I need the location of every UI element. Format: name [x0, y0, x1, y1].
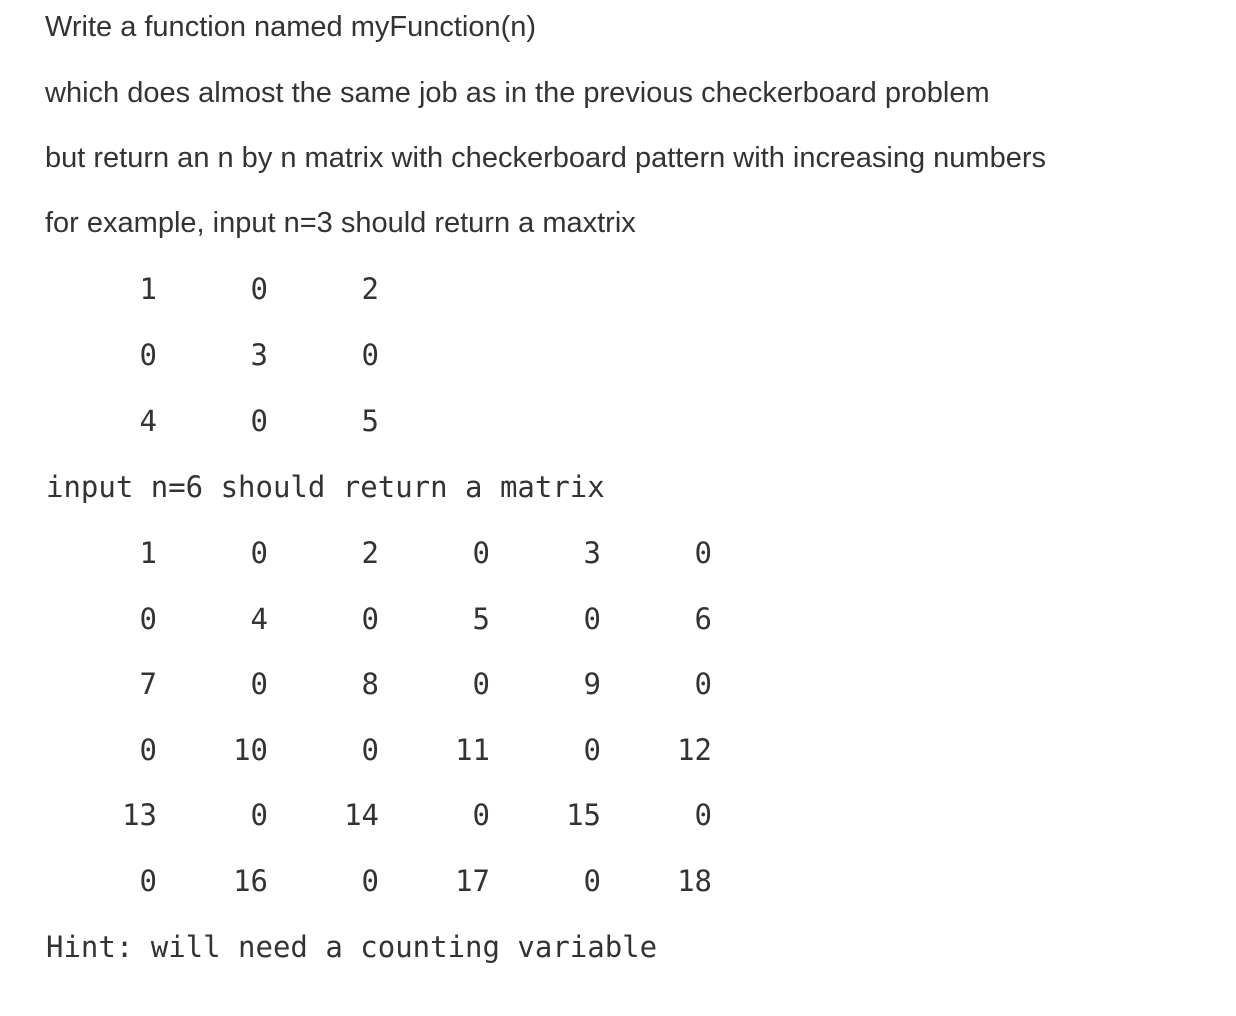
matrix-cell: 3	[250, 338, 268, 372]
example-6-label: input n=6 should return a matrix	[46, 470, 605, 504]
matrix-cell: 0	[583, 863, 601, 898]
matrix-cell: 18	[677, 863, 712, 898]
matrix-cell: 0	[361, 863, 379, 898]
matrix-cell: 0	[361, 732, 379, 767]
intro-line-4: for example, input n=3 should return a m…	[45, 207, 636, 239]
matrix-cell: 15	[566, 798, 601, 832]
matrix-cell: 1	[139, 536, 157, 570]
matrix-cell: 0	[250, 272, 268, 306]
matrix-cell: 4	[250, 601, 268, 636]
matrix-cell: 0	[583, 732, 601, 767]
matrix-cell: 14	[344, 798, 379, 832]
matrix-cell: 0	[361, 601, 379, 636]
matrix-cell: 0	[694, 798, 712, 832]
matrix-cell: 0	[250, 404, 268, 438]
matrix-cell: 4	[139, 404, 157, 438]
hint-text: Hint: will need a counting variable	[46, 930, 658, 964]
matrix-cell: 0	[472, 667, 490, 701]
matrix-cell: 12	[677, 732, 712, 767]
matrix-cell: 0	[472, 798, 490, 832]
matrix-cell: 13	[122, 798, 157, 832]
matrix-cell: 2	[361, 536, 379, 570]
matrix-cell: 5	[472, 601, 490, 636]
matrix-cell: 0	[694, 667, 712, 701]
matrix-cell: 0	[250, 536, 268, 570]
matrix-cell: 7	[139, 667, 157, 701]
matrix-cell: 0	[139, 601, 157, 636]
matrix-cell: 0	[139, 338, 157, 372]
matrix-cell: 0	[139, 863, 157, 898]
intro-line-2: which does almost the same job as in the…	[45, 77, 990, 109]
matrix-cell: 1	[139, 272, 157, 306]
matrix-cell: 10	[233, 732, 268, 767]
matrix-cell: 9	[583, 667, 601, 701]
intro-line-1: Write a function named myFunction(n)	[45, 11, 537, 43]
matrix-cell: 0	[250, 798, 268, 832]
matrix-cell: 3	[583, 536, 601, 570]
matrix-cell: 0	[583, 601, 601, 636]
matrix-cell: 17	[455, 863, 490, 898]
intro-line-3: but return an n by n matrix with checker…	[45, 142, 1046, 174]
matrix-cell: 5	[361, 404, 379, 438]
matrix-cell: 0	[694, 536, 712, 570]
matrix-cell: 0	[250, 667, 268, 701]
matrix-cell: 8	[361, 667, 379, 701]
matrix-cell: 0	[139, 732, 157, 767]
matrix-cell: 2	[361, 272, 379, 306]
matrix-cell: 0	[472, 536, 490, 570]
matrix-cell: 16	[233, 863, 268, 898]
matrix-cell: 0	[361, 338, 379, 372]
matrix-cell: 6	[694, 601, 712, 636]
matrix-cell: 11	[455, 732, 490, 767]
